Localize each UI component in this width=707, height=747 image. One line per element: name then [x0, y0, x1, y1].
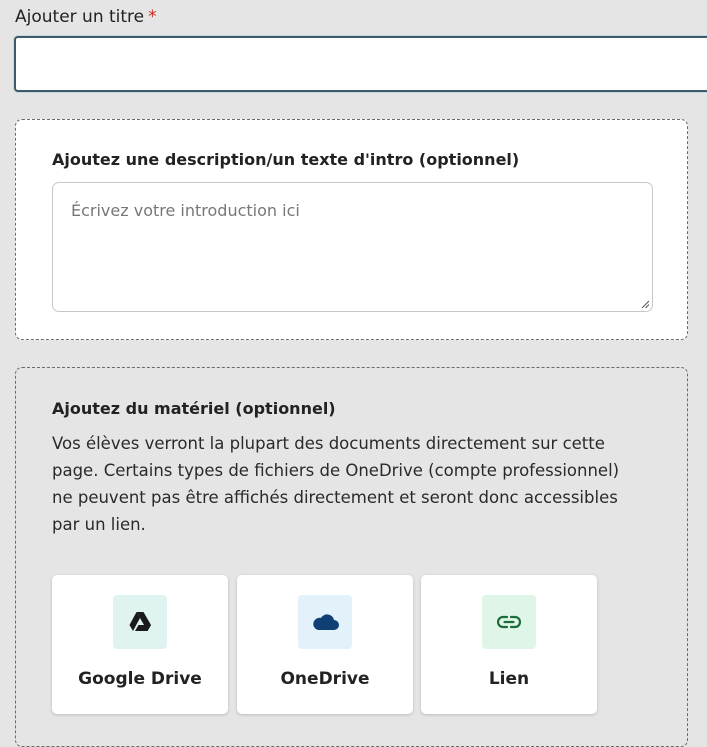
onedrive-icon — [313, 614, 339, 630]
link-icon-box — [482, 595, 536, 649]
google-drive-button[interactable]: Google Drive — [52, 575, 228, 714]
description-placeholder: Écrivez votre introduction ici — [71, 201, 300, 220]
description-section: Ajoutez une description/un texte d'intro… — [15, 119, 688, 340]
resize-handle-icon[interactable] — [641, 300, 649, 308]
material-description: Vos élèves verront la plupart des docume… — [52, 434, 620, 534]
link-label: Lien — [488, 669, 530, 689]
onedrive-button[interactable]: OneDrive — [237, 575, 413, 714]
required-mark: * — [148, 7, 157, 27]
description-heading: Ajoutez une description/un texte d'intro… — [52, 150, 520, 169]
onedrive-label: OneDrive — [280, 669, 370, 689]
material-section: Ajoutez du matériel (optionnel) Vos élèv… — [15, 367, 688, 747]
title-label-text: Ajouter un titre — [15, 7, 145, 27]
link-button[interactable]: Lien — [421, 575, 597, 714]
material-heading: Ajoutez du matériel (optionnel) — [52, 399, 336, 418]
google-drive-icon-box — [113, 595, 167, 649]
link-icon — [497, 615, 521, 629]
description-textarea[interactable]: Écrivez votre introduction ici — [52, 182, 653, 312]
title-label: Ajouter un titre * — [15, 7, 157, 27]
onedrive-icon-box — [298, 595, 352, 649]
google-drive-icon — [129, 612, 151, 631]
title-input[interactable] — [14, 36, 707, 92]
google-drive-label: Google Drive — [78, 669, 202, 689]
